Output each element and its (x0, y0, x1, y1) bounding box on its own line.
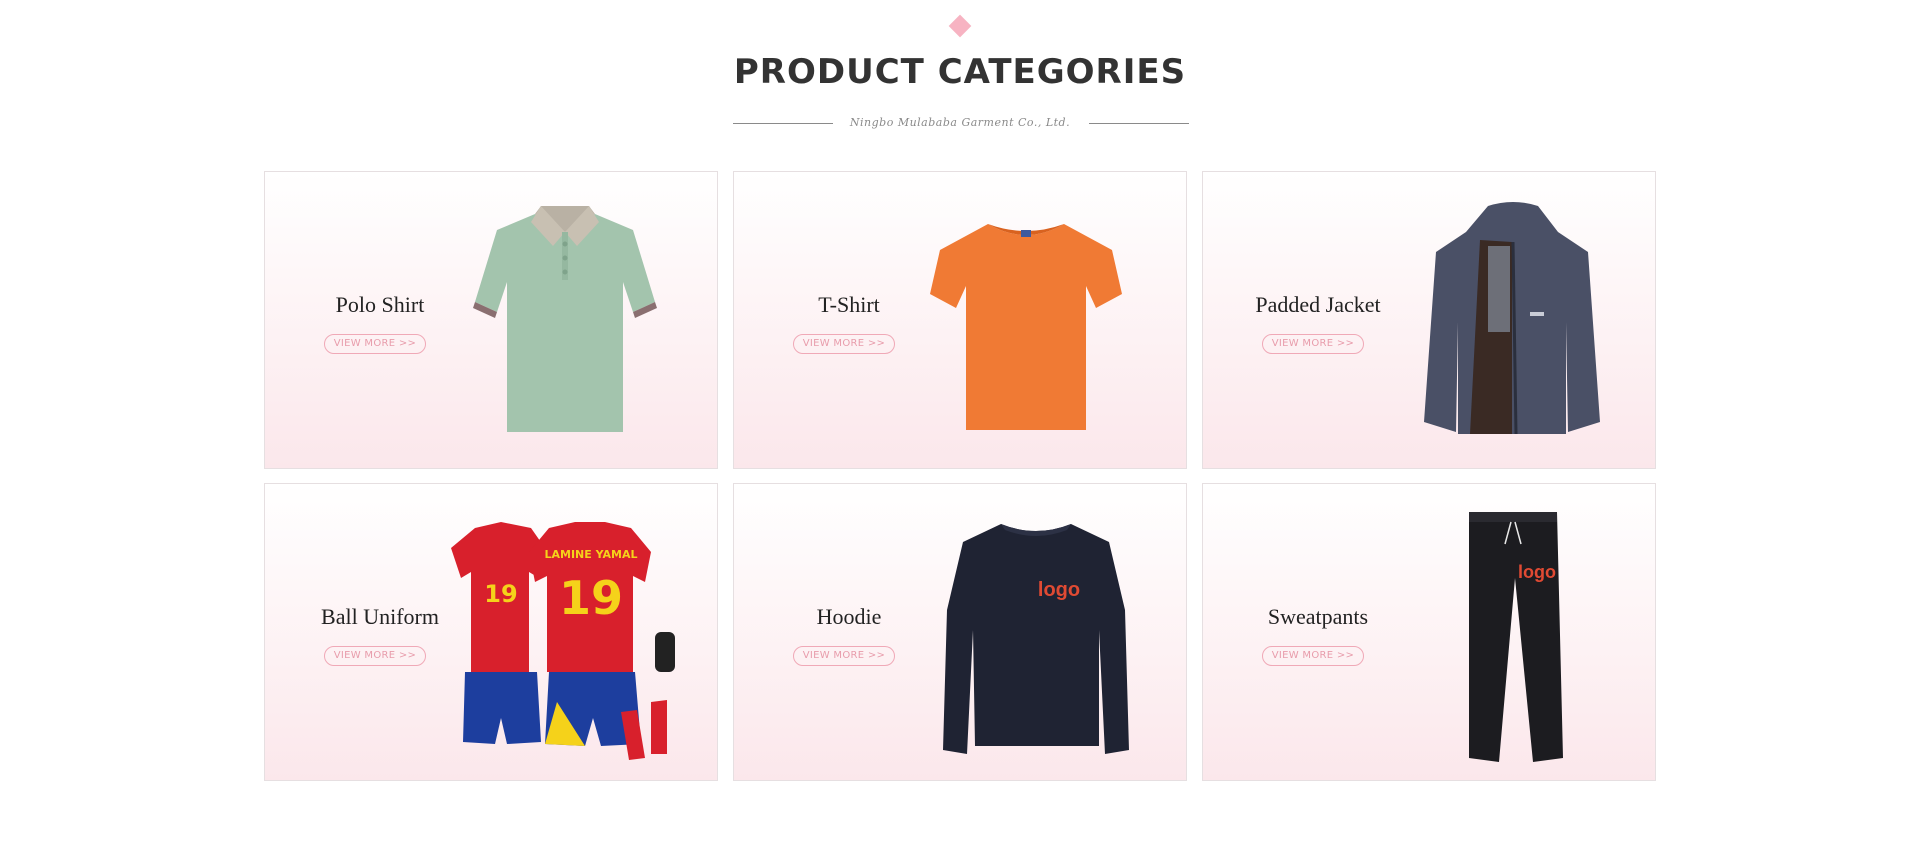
view-more-button[interactable]: VIEW MORE >> (793, 334, 895, 354)
ball-uniform-icon[interactable]: 19 LAMINE YAMAL 19 (445, 522, 695, 762)
svg-text:19: 19 (559, 571, 623, 625)
svg-text:logo: logo (1518, 562, 1556, 582)
hoodie-icon[interactable]: logo (939, 520, 1134, 760)
category-card-t-shirt[interactable]: T-Shirt VIEW MORE >> (733, 171, 1187, 469)
category-card-ball-uniform[interactable]: Ball Uniform VIEW MORE >> 19 LAMINE YAMA… (264, 483, 718, 781)
svg-text:LAMINE YAMAL: LAMINE YAMAL (544, 548, 637, 561)
category-title: Sweatpants (1267, 604, 1369, 629)
category-title: Padded Jacket (1255, 292, 1381, 317)
category-card-padded-jacket[interactable]: Padded Jacket VIEW MORE >> (1202, 171, 1656, 469)
padded-jacket-icon[interactable] (1418, 202, 1608, 442)
category-title: Hoodie (816, 604, 882, 629)
section-subtitle: Ningbo Mulababa Garment Co., Ltd. (849, 116, 1071, 129)
category-title: T-Shirt (818, 292, 880, 317)
category-card-polo-shirt[interactable]: Polo Shirt VIEW MORE >> (264, 171, 718, 469)
view-more-button[interactable]: VIEW MORE >> (324, 334, 426, 354)
t-shirt-icon[interactable] (926, 220, 1126, 440)
subtitle-divider-left (733, 123, 833, 124)
category-card-hoodie[interactable]: Hoodie VIEW MORE >> logo (733, 483, 1187, 781)
svg-text:19: 19 (484, 580, 517, 608)
product-categories-section: PRODUCT CATEGORIES Ningbo Mulababa Garme… (0, 0, 1920, 865)
view-more-button[interactable]: VIEW MORE >> (1262, 334, 1364, 354)
svg-text:logo: logo (1038, 579, 1080, 601)
sweatpants-icon[interactable]: logo (1453, 508, 1573, 770)
category-card-sweatpants[interactable]: Sweatpants VIEW MORE >> logo (1202, 483, 1656, 781)
subtitle-divider-right (1089, 123, 1189, 124)
view-more-button[interactable]: VIEW MORE >> (324, 646, 426, 666)
polo-shirt-icon[interactable] (465, 202, 665, 442)
section-title: PRODUCT CATEGORIES (733, 52, 1187, 92)
category-title: Polo Shirt (335, 292, 425, 317)
diamond-ornament-icon (948, 14, 972, 38)
view-more-button[interactable]: VIEW MORE >> (793, 646, 895, 666)
view-more-button[interactable]: VIEW MORE >> (1262, 646, 1364, 666)
